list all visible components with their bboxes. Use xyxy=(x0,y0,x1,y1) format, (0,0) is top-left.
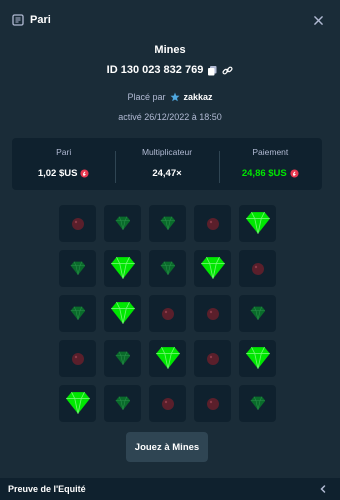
gem-icon xyxy=(245,346,271,372)
board-tile xyxy=(59,340,96,377)
mine-icon xyxy=(161,307,175,321)
board-tile xyxy=(59,205,96,242)
gem-icon xyxy=(200,256,226,282)
bet-id-row: ID 130 023 832 769 xyxy=(0,64,340,76)
copy-icon[interactable] xyxy=(207,65,218,76)
mine-icon xyxy=(206,307,220,321)
board-tile xyxy=(239,295,276,332)
stat-multiplier: Multiplicateur 24,47× xyxy=(115,147,218,183)
gem-icon xyxy=(155,346,181,372)
coin-icon xyxy=(80,169,90,178)
stat-bet-value-row: 1,02 $US xyxy=(38,168,90,179)
gem-icon xyxy=(115,351,131,367)
gem-icon xyxy=(65,391,91,417)
provably-fair-label: Preuve de l'Equité xyxy=(8,484,86,494)
board-tile xyxy=(239,250,276,287)
gem-icon xyxy=(160,216,176,232)
gem-icon xyxy=(110,256,136,282)
stat-payout: Paiement 24,86 $US xyxy=(218,147,322,183)
board-tile xyxy=(239,385,276,422)
star-badge-icon xyxy=(170,92,180,102)
mine-icon xyxy=(206,217,220,231)
stat-multiplier-value: 24,47× xyxy=(152,168,182,179)
board-tile xyxy=(239,205,276,242)
board-tile xyxy=(149,205,186,242)
mine-icon xyxy=(71,217,85,231)
mine-icon xyxy=(206,397,220,411)
board-tile xyxy=(104,385,141,422)
gem-icon xyxy=(250,396,266,412)
board-tile xyxy=(104,340,141,377)
board-tile xyxy=(194,250,231,287)
username-link[interactable]: zakkaz xyxy=(184,92,213,102)
board-tile xyxy=(104,250,141,287)
board-tile xyxy=(149,340,186,377)
modal-header: Pari xyxy=(0,0,340,40)
gem-icon xyxy=(110,301,136,327)
stat-bet: Pari 1,02 $US xyxy=(12,147,115,181)
gem-icon xyxy=(250,306,266,322)
placed-by-row: Placé par zakkaz xyxy=(0,92,340,102)
activation-date: activé 26/12/2022 à 18:50 xyxy=(118,112,222,122)
mine-icon xyxy=(206,352,220,366)
stat-payout-value: 24,86 $US xyxy=(241,168,287,179)
board-tile xyxy=(59,295,96,332)
provably-fair-bar[interactable]: Preuve de l'Equité xyxy=(0,478,340,500)
mine-icon xyxy=(251,262,265,276)
board-tile xyxy=(149,250,186,287)
chevron-left-icon[interactable] xyxy=(318,484,328,494)
board-tile xyxy=(194,385,231,422)
stat-bet-label: Pari xyxy=(56,147,72,157)
gem-icon xyxy=(70,306,86,322)
gem-icon xyxy=(70,261,86,277)
bet-id: ID 130 023 832 769 xyxy=(106,64,204,76)
game-name: Mines xyxy=(154,44,186,56)
board-tile xyxy=(104,205,141,242)
board-tile xyxy=(194,295,231,332)
gem-icon xyxy=(245,211,271,237)
mine-icon xyxy=(161,397,175,411)
modal-title: Pari xyxy=(30,14,51,26)
receipt-icon xyxy=(12,14,24,26)
board-tile xyxy=(239,340,276,377)
board-tile xyxy=(59,250,96,287)
gem-icon xyxy=(160,261,176,277)
stat-bet-value: 1,02 $US xyxy=(37,168,78,179)
board-tile xyxy=(104,295,141,332)
stat-payout-label: Paiement xyxy=(252,147,289,157)
board-tile xyxy=(149,295,186,332)
gem-icon xyxy=(115,396,131,412)
board-tile xyxy=(59,385,96,422)
board-tile xyxy=(194,340,231,377)
play-mines-button[interactable]: Jouez à Mines xyxy=(126,432,208,462)
gem-icon xyxy=(115,216,131,232)
link-icon[interactable] xyxy=(222,65,233,76)
placed-by-label: Placé par xyxy=(127,92,166,102)
close-icon[interactable] xyxy=(310,12,326,28)
board-tile xyxy=(194,205,231,242)
coin-icon xyxy=(290,169,299,178)
bet-stats-panel: Pari 1,02 $US Multiplicateur 24,47× Paie… xyxy=(12,138,322,190)
stat-multiplier-label: Multiplicateur xyxy=(141,147,193,157)
stat-payout-value-row: 24,86 $US xyxy=(242,168,299,179)
mine-icon xyxy=(71,352,85,366)
board-tile xyxy=(149,385,186,422)
